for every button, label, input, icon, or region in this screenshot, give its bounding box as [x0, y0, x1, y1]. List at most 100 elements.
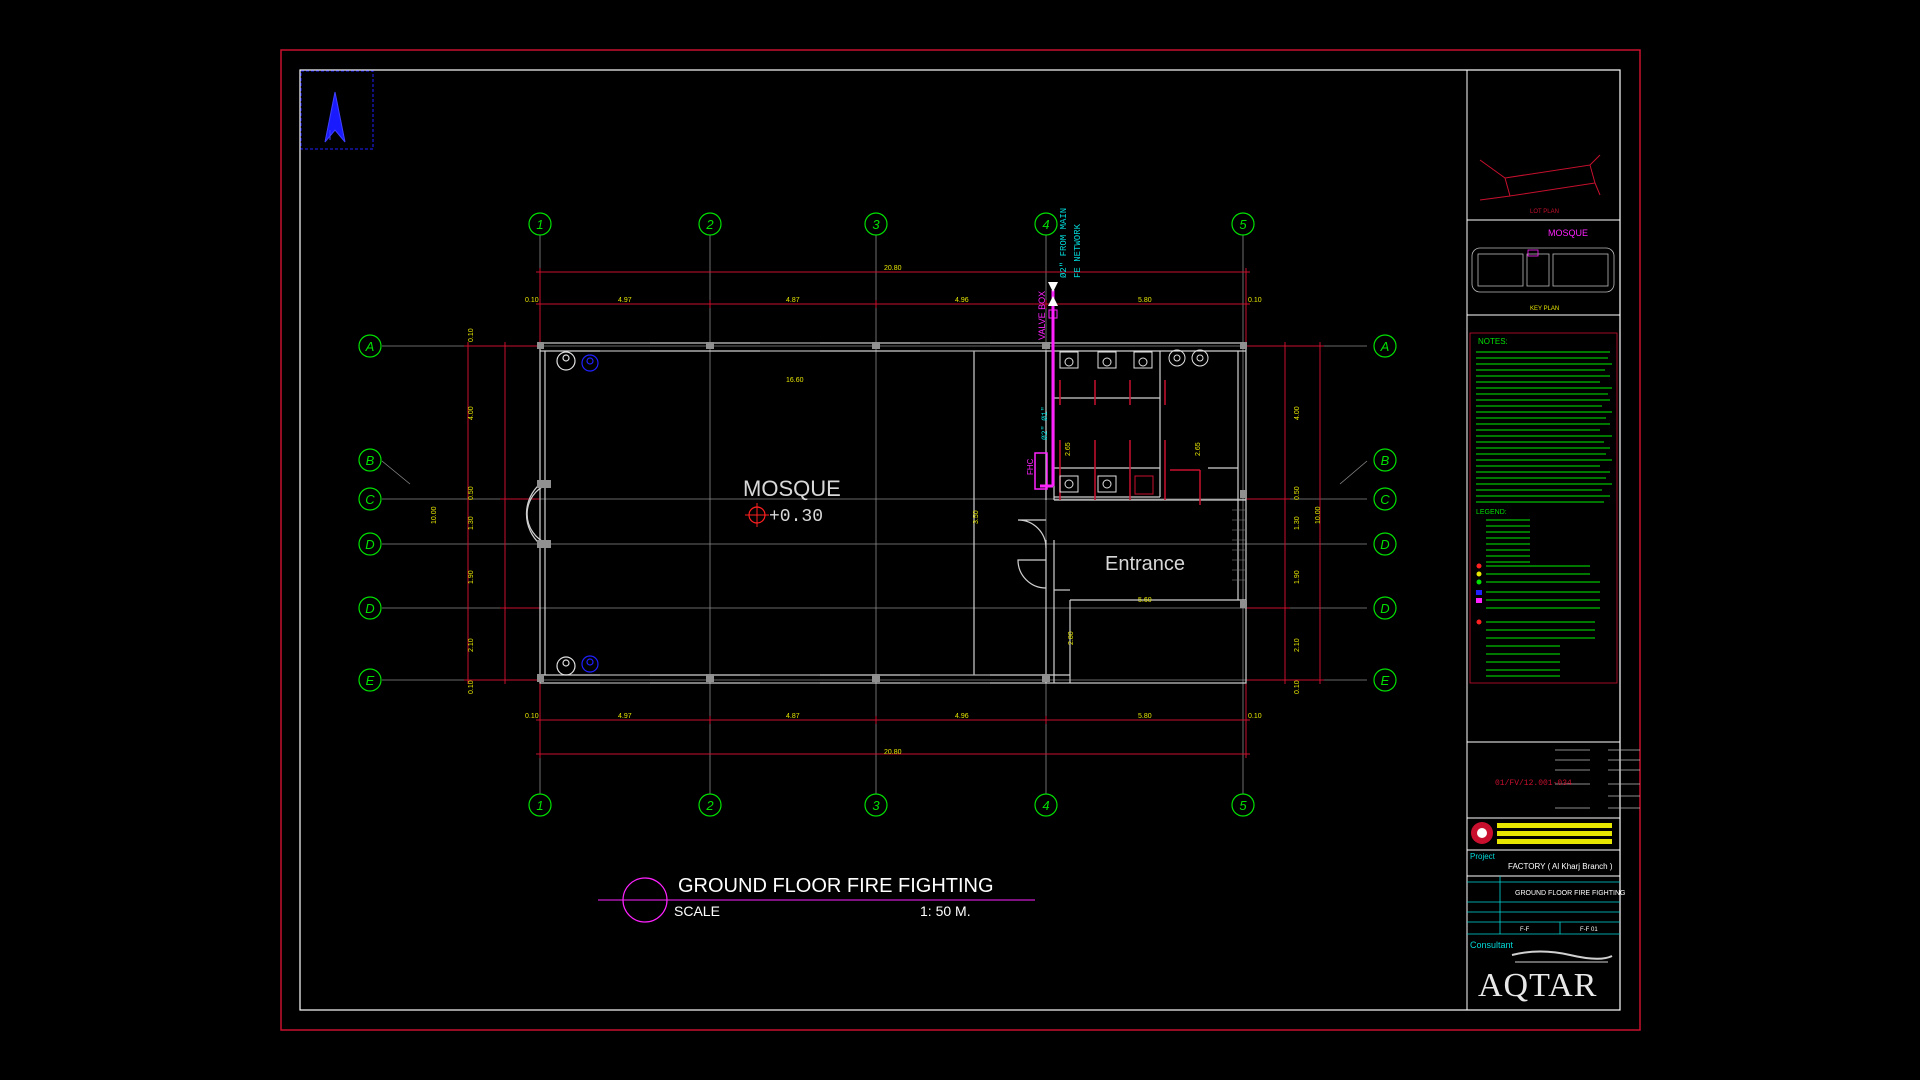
consultant-label: Consultant: [1470, 940, 1514, 950]
grid-row-right-d1: D: [1380, 537, 1389, 552]
level-marker-icon: [745, 503, 769, 527]
from-main-label: Ø2" FROM MAIN: [1059, 208, 1069, 278]
pipe-size-label: Ø2" Ø1": [1041, 406, 1050, 440]
grid-row-left-d1: D: [365, 537, 374, 552]
grid-bubble-labels: 1 2 3 4 5 1 2 3 4 5 A B C D D E A B C D …: [365, 217, 1391, 813]
dim-top-5: 0.10: [1248, 297, 1262, 304]
dim-top-total: 20.80: [884, 265, 902, 272]
sheet-code-b: F-F 01: [1580, 927, 1598, 933]
consultant-name: AQTAR: [1478, 967, 1597, 1004]
scale-value: 1: 50 M.: [920, 903, 971, 919]
dim-left-6: 0.10: [468, 680, 475, 694]
dim-door-280: 2.80: [1068, 631, 1075, 645]
dim-bottom-total: 20.80: [884, 749, 902, 756]
drawing-title: GROUND FLOOR FIRE FIGHTING: [678, 875, 994, 897]
grid-row-left-e: E: [366, 673, 375, 688]
scale-label: SCALE: [674, 903, 720, 919]
dim-left-total: 10.00: [431, 506, 438, 524]
grid-col-top-1: 1: [536, 217, 543, 232]
level-value: +0.30: [769, 507, 823, 527]
dim-left-5: 2.10: [468, 638, 475, 652]
toilet-partitions: [1059, 380, 1201, 505]
grid-row-right-c: C: [1380, 492, 1390, 507]
dimension-texts: 20.80 0.10 4.97 4.87 4.96 5.80 0.10 0.10…: [431, 265, 1322, 756]
dim-bottom-0: 0.10: [525, 713, 539, 720]
sheet-title: GROUND FLOOR FIRE FIGHTING: [1515, 890, 1625, 897]
toilet-fixtures: [1059, 349, 1209, 495]
grid-row-right-a: A: [1380, 339, 1390, 354]
dim-bottom-1: 4.97: [618, 713, 632, 720]
grid-row-right-d2: D: [1380, 601, 1389, 616]
key-plan-marker: MOSQUE: [1548, 228, 1588, 238]
grid-col-top-5: 5: [1239, 217, 1247, 232]
dim-top-4: 5.80: [1138, 297, 1152, 304]
grid-row-right-e: E: [1381, 673, 1390, 688]
legend-lines: [1476, 519, 1600, 677]
title-block: LOT PLAN MOSQUE KEY PLAN NOTES: LEGEND: …: [1467, 154, 1640, 1004]
notes-heading: NOTES:: [1478, 337, 1508, 346]
grid-row-left-c: C: [365, 492, 375, 507]
dim-right-1: 0.50: [1294, 486, 1301, 500]
grid-row-left-a: A: [365, 339, 375, 354]
grid-col-bottom-4: 4: [1042, 798, 1049, 813]
dim-wc-265a: 2.65: [1065, 442, 1072, 456]
dim-bottom-4: 5.80: [1138, 713, 1152, 720]
dim-right-3: 1.90: [1294, 570, 1301, 584]
dim-right-5: 0.10: [1294, 680, 1301, 694]
dim-bottom-3: 4.96: [955, 713, 969, 720]
notes-lines: [1476, 351, 1612, 503]
sheet-code-a: F-F: [1520, 927, 1530, 933]
grid-col-bottom-3: 3: [872, 798, 880, 813]
valve-box-label: VALVE BOX: [1037, 291, 1047, 340]
grid-col-top-4: 4: [1042, 217, 1049, 232]
legend-heading: LEGEND:: [1476, 509, 1507, 516]
consultant-logo-icon: [1511, 950, 1613, 963]
dim-top-0: 0.10: [525, 297, 539, 304]
dim-mosque-width: 16.60: [786, 377, 804, 384]
dim-right-total: 10.00: [1315, 506, 1322, 524]
fhc-label: FHC: [1026, 458, 1035, 475]
dim-right-2: 1.30: [1294, 516, 1301, 530]
grid-col-top-3: 3: [872, 217, 880, 232]
dim-left-3: 1.30: [468, 516, 475, 530]
dim-top-3: 4.96: [955, 297, 969, 304]
lot-plan-sketch: [1479, 154, 1601, 201]
dim-wc-265b: 2.65: [1195, 442, 1202, 456]
dim-left-1: 4.00: [468, 406, 475, 420]
dim-top-2: 4.87: [786, 297, 800, 304]
lot-plan-label: LOT PLAN: [1530, 209, 1559, 215]
dim-top-1: 4.97: [618, 297, 632, 304]
structural-columns: [537, 342, 1247, 682]
project-name: FACTORY ( Al Kharj Branch ): [1508, 862, 1613, 871]
sheet-info-grid: [1467, 876, 1620, 935]
dim-entrance-width: 5.60: [1138, 597, 1152, 604]
grid-col-top-2: 2: [705, 217, 714, 232]
grid-row-left-d2: D: [365, 601, 374, 616]
fe-network-label: FE NETWORK: [1073, 223, 1083, 278]
entrance-label: Entrance: [1105, 553, 1185, 575]
dim-left-4: 1.90: [468, 570, 475, 584]
dimension-lines: [464, 268, 1324, 758]
dim-height-350: 3.50: [973, 510, 980, 524]
dim-right-4: 2.10: [1294, 638, 1301, 652]
grid-bubbles: [358, 212, 1397, 817]
project-label: Project: [1470, 852, 1496, 861]
grid-row-right-b: B: [1381, 453, 1390, 468]
cad-drawing-canvas[interactable]: VALVE BOX Ø2" FROM MAIN FE NETWORK Ø2" Ø…: [0, 0, 1920, 1080]
dim-left-0: 0.10: [468, 328, 475, 342]
corner-fire-symbols: [556, 351, 599, 676]
grid-col-bottom-5: 5: [1239, 798, 1247, 813]
building-walls: [525, 342, 1247, 684]
company-logo-icon: [1471, 822, 1612, 844]
grid-col-bottom-1: 1: [536, 798, 543, 813]
mosque-label: MOSQUE: [743, 476, 841, 501]
key-plan-label: KEY PLAN: [1530, 306, 1559, 312]
grid-lines: [381, 235, 1368, 794]
grid-col-bottom-2: 2: [705, 798, 714, 813]
north-arrow-icon: [300, 70, 374, 150]
dim-bottom-2: 4.87: [786, 713, 800, 720]
inner-white-frame: [299, 69, 1621, 1011]
key-plan-sketch: [1471, 247, 1615, 293]
dim-right-0: 4.00: [1294, 406, 1301, 420]
drawing-number: 01/FV/12.001-034: [1495, 779, 1572, 788]
